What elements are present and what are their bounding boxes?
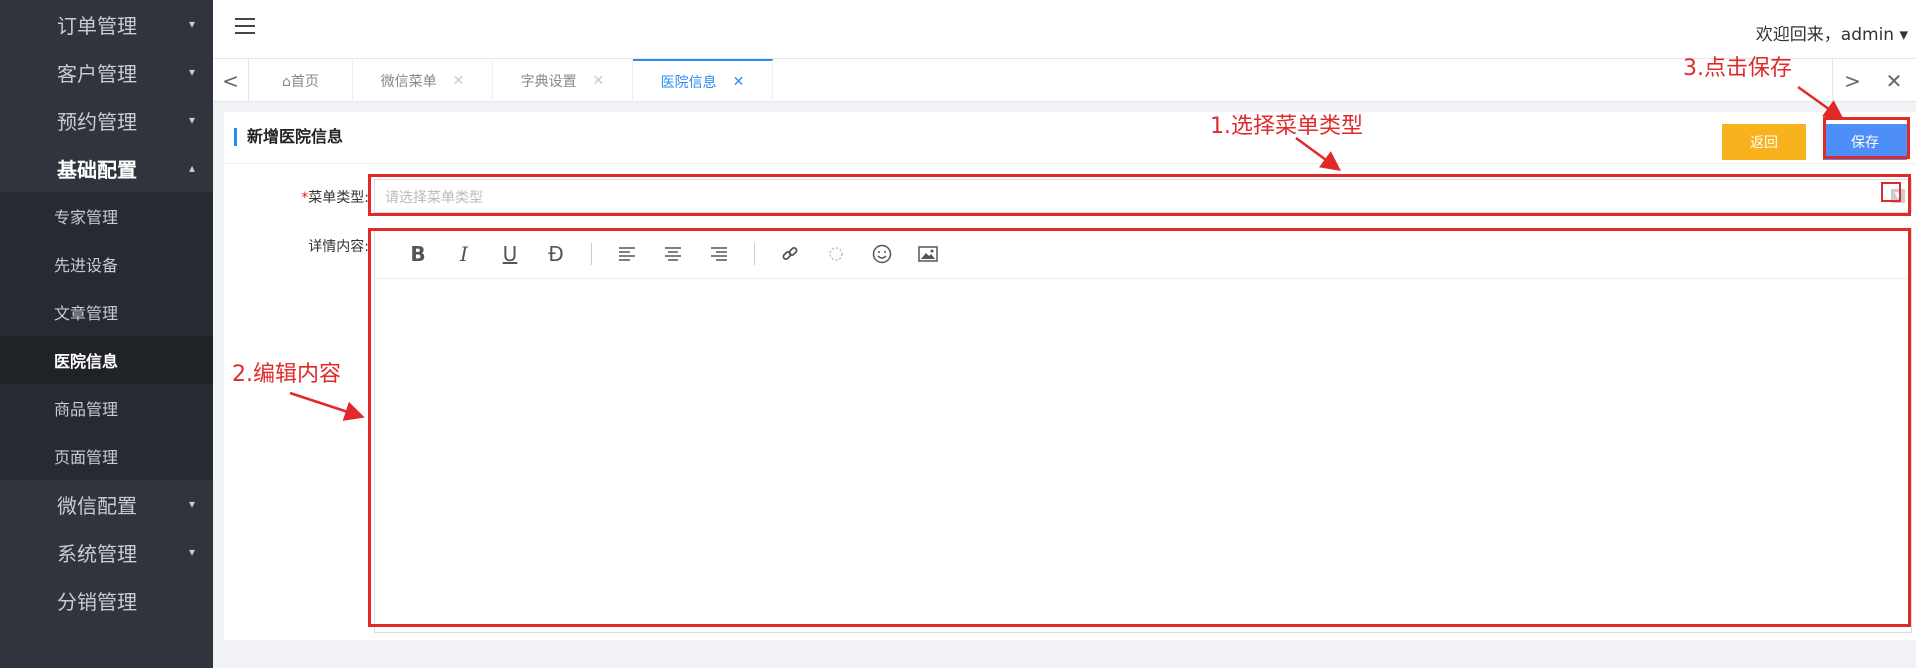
unlink-icon[interactable] [813,239,859,269]
user-menu[interactable]: 欢迎回来，admin ▾ [1756,20,1908,45]
tab-scroll-right-icon[interactable]: > [1832,59,1872,102]
align-left-icon[interactable] [604,239,650,269]
sidebar-item-label: 系统管理 [57,541,137,566]
menu-type-label-text: 菜单类型: [308,190,369,206]
sidebar-item-appointments[interactable]: 预约管理 ▾ [0,96,213,144]
italic-icon[interactable]: I [441,239,487,269]
sidebar-item-label: 分销管理 [57,589,137,614]
align-center-icon[interactable] [650,239,696,269]
save-button[interactable]: 保存 [1823,124,1907,160]
toolbar-divider [754,242,755,265]
chevron-down-icon: ▼ [1891,189,1905,203]
bold-icon[interactable]: B [395,239,441,269]
sidebar-item-label: 订单管理 [57,13,137,38]
tab-scroll-left-icon[interactable]: < [213,59,249,102]
sidebar-item-label: 微信配置 [57,493,137,518]
sidebar-subitem-products[interactable]: 商品管理 [0,384,213,432]
tab-label: ⌂首页 [282,73,319,90]
close-icon[interactable]: ✕ [593,73,605,89]
content-label: 详情内容: [308,239,369,255]
tab-wechat-menu[interactable]: 微信菜单 ✕ [353,59,493,102]
caret-down-icon: ▾ [188,113,195,127]
menu-type-placeholder: 请选择菜单类型 [385,190,483,206]
editor-content-area[interactable] [375,280,1911,632]
top-bar: 欢迎回来，admin ▾ [213,0,1916,58]
close-icon[interactable]: ✕ [453,73,465,89]
caret-up-icon: ▴ [188,161,195,175]
tab-bar: < ⌂首页 微信菜单 ✕ 字典设置 ✕ 医院信息 ✕ > ✕ [213,58,1916,102]
toolbar-divider [591,242,592,265]
sidebar-subitem-articles[interactable]: 文章管理 [0,288,213,336]
panel-header: 新增医院信息 返回 保存 [224,112,1916,164]
tab-label: 字典设置 [520,73,577,90]
image-icon[interactable] [905,239,951,269]
sidebar-subitem-equipment[interactable]: 先进设备 [0,240,213,288]
caret-down-icon: ▾ [188,17,195,31]
sidebar-item-system[interactable]: 系统管理 ▾ [0,528,213,576]
sidebar: 订单管理 ▾ 客户管理 ▾ 预约管理 ▾ 基础配置 ▴ 专家管理 先进设备 文章… [0,0,213,668]
sidebar-item-distribution[interactable]: 分销管理 [0,576,213,624]
sidebar-item-label: 预约管理 [57,109,137,134]
menu-type-label: *菜单类型: [224,187,369,207]
back-button[interactable]: 返回 [1722,124,1806,160]
sidebar-item-label: 客户管理 [57,61,137,86]
sidebar-item-basic-config[interactable]: 基础配置 ▴ [0,144,213,192]
sidebar-item-orders[interactable]: 订单管理 ▾ [0,0,213,48]
page-title: 新增医院信息 [234,128,343,146]
caret-down-icon: ▾ [188,545,195,559]
close-all-tabs-icon[interactable]: ✕ [1872,59,1916,102]
sidebar-item-wechat-config[interactable]: 微信配置 ▾ [0,480,213,528]
sidebar-subitem-pages[interactable]: 页面管理 [0,432,213,480]
form-panel: 新增医院信息 返回 保存 *菜单类型: 请选择菜单类型 ▼ 详情内容: B I … [224,112,1916,640]
rich-text-editor: B I U Ð [374,228,1912,633]
tab-label: 微信菜单 [380,73,437,90]
editor-toolbar: B I U Ð [375,229,1911,279]
sidebar-subitem-experts[interactable]: 专家管理 [0,192,213,240]
tab-label: 医院信息 [660,74,717,91]
caret-down-icon: ▾ [188,65,195,79]
sidebar-item-label: 基础配置 [57,157,137,182]
sidebar-item-customers[interactable]: 客户管理 ▾ [0,48,213,96]
sidebar-subitem-hospital-info[interactable]: 医院信息 [0,336,213,384]
strikethrough-icon[interactable]: Ð [533,239,579,269]
menu-toggle-icon[interactable] [235,18,255,38]
tab-hospital-info[interactable]: 医院信息 ✕ [633,59,773,102]
link-icon[interactable] [767,239,813,269]
emoji-icon[interactable] [859,239,905,269]
close-icon[interactable]: ✕ [733,74,745,90]
caret-down-icon: ▾ [188,497,195,511]
align-right-icon[interactable] [696,239,742,269]
tab-dictionary[interactable]: 字典设置 ✕ [493,59,633,102]
underline-icon[interactable]: U [487,239,533,269]
menu-type-select[interactable]: 请选择菜单类型 ▼ [374,179,1912,213]
tab-home[interactable]: ⌂首页 [249,59,353,102]
